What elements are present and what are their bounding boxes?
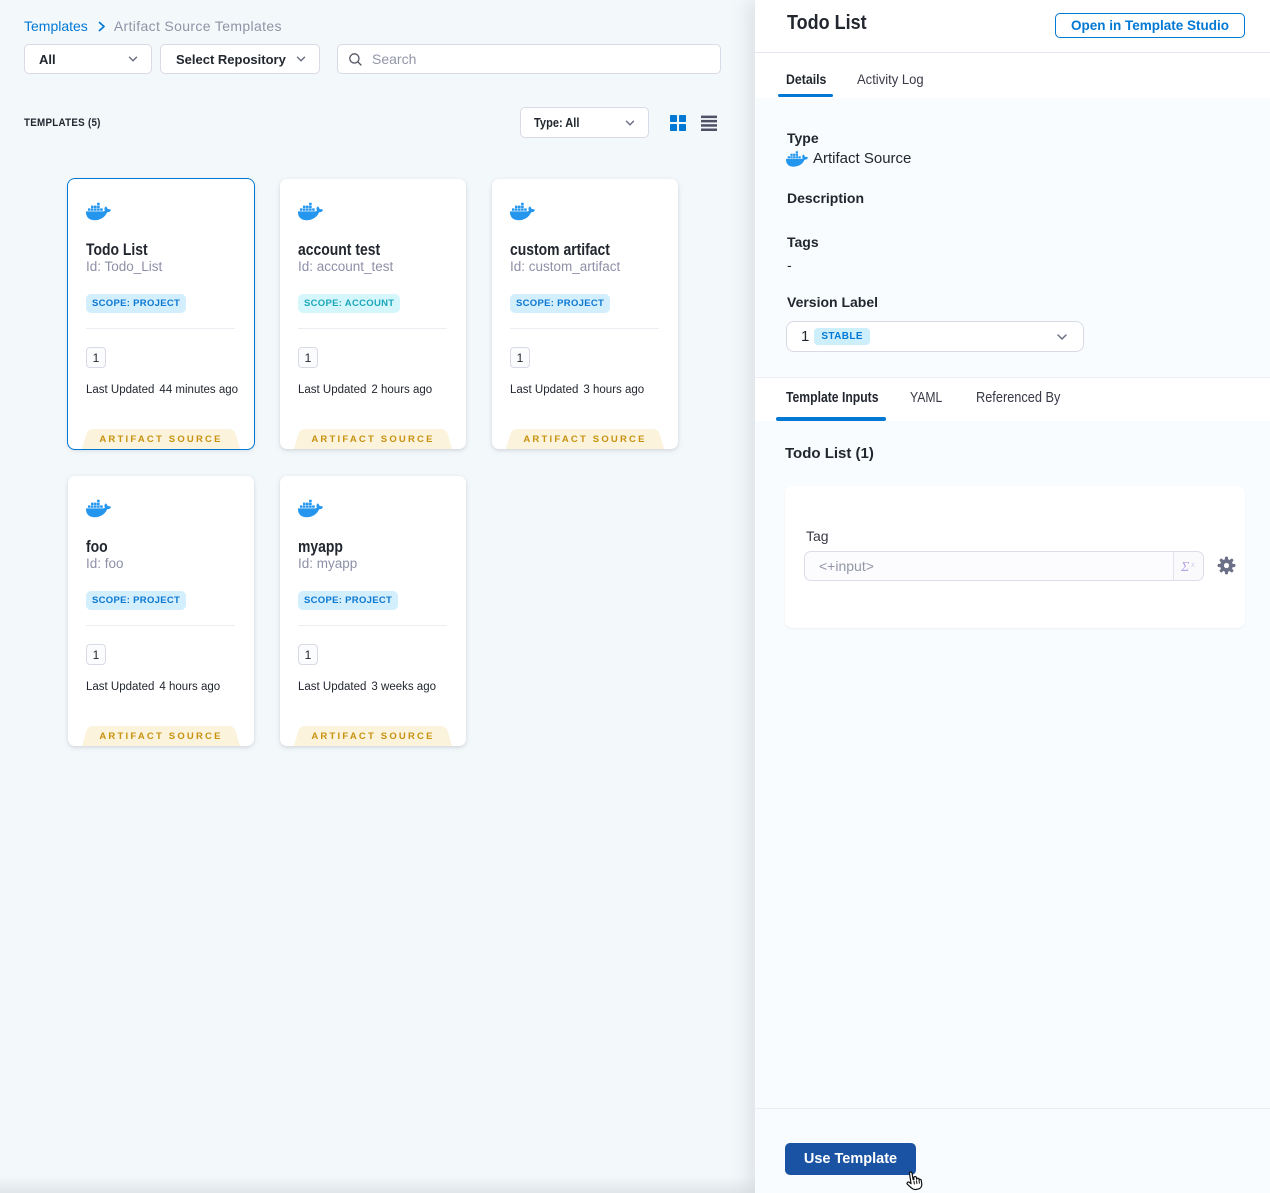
svg-text:Σ: Σ (1180, 560, 1190, 574)
svg-text:x: x (1190, 560, 1195, 569)
